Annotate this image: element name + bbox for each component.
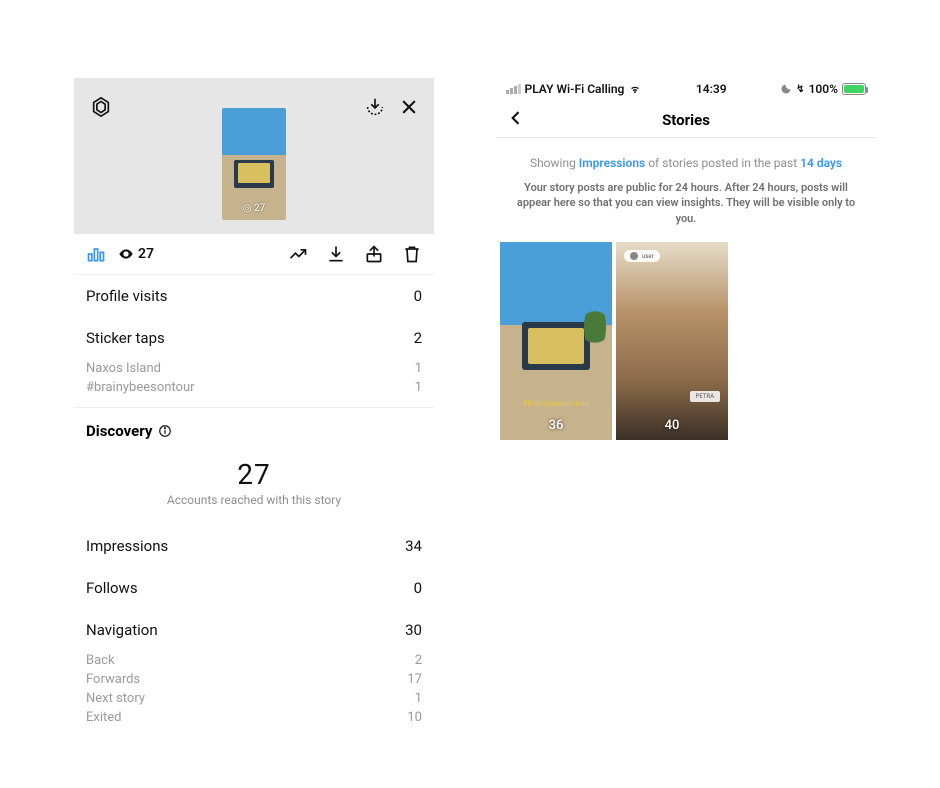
thumb-view-count: ◎ 27: [222, 203, 286, 214]
sub-label: Naxos Island: [86, 361, 161, 376]
trash-icon[interactable]: [402, 244, 422, 264]
sticker-taps-row: Sticker taps 2: [74, 317, 434, 359]
save-story-icon[interactable]: [364, 96, 386, 118]
thumb-impressions: 40: [616, 410, 728, 440]
status-bar: PLAY Wi-Fi Calling 14:39 ↯ 100%: [496, 78, 876, 102]
charging-icon: ↯: [796, 84, 804, 95]
sub-label: Back: [86, 653, 115, 668]
metric-label: Impressions: [86, 537, 168, 555]
wifi-icon: [628, 83, 642, 95]
metric-label: Follows: [86, 579, 138, 597]
nav-title: Stories: [662, 111, 710, 129]
metric-value: 34: [405, 537, 422, 555]
metric-value: 30: [405, 621, 422, 639]
insights-toolbar: 27: [74, 234, 434, 275]
sub-value: 1: [415, 361, 422, 376]
accounts-reached-count: 27: [74, 458, 434, 491]
signal-icon: [506, 84, 521, 94]
sticker-sub-row: Naxos Island 1: [74, 359, 434, 378]
share-icon[interactable]: [364, 244, 384, 264]
thumb-impressions: 36: [500, 410, 612, 440]
metric-label: Sticker taps: [86, 329, 165, 347]
nav-sub-row: Next story 1: [74, 689, 434, 708]
accounts-reached-label: Accounts reached with this story: [74, 493, 434, 507]
promote-arrow-icon[interactable]: [288, 244, 308, 264]
sub-label: #brainybeesontour: [86, 380, 195, 395]
story-archive-thumb[interactable]: user PETRA 40: [616, 242, 728, 440]
views-eye-count[interactable]: 27: [118, 246, 154, 262]
nav-bar: Stories: [496, 102, 876, 138]
nav-sub-row: Forwards 17: [74, 670, 434, 689]
navigation-row: Navigation 30: [74, 609, 434, 651]
carrier-label: PLAY Wi-Fi Calling: [525, 82, 625, 96]
section-title: Discovery: [86, 422, 152, 440]
sub-value: 2: [415, 653, 422, 668]
story-thumbs-row: #brainybeesontour 36 user PETRA 40: [496, 242, 876, 440]
story-thumbnail[interactable]: ◎ 27: [222, 108, 286, 220]
nav-sub-row: Exited 10: [74, 708, 434, 727]
story-insights-panel: ◎ 27 27 Pro: [74, 78, 434, 727]
dnd-moon-icon: [780, 83, 792, 95]
sub-value: 10: [407, 710, 422, 725]
sub-label: Exited: [86, 710, 121, 725]
battery-icon: [842, 83, 866, 95]
info-icon[interactable]: [158, 424, 172, 438]
metric-value: 0: [414, 579, 422, 597]
filter-range: 14 days: [800, 156, 842, 170]
profile-visits-row: Profile visits 0: [74, 275, 434, 317]
metric-label: Profile visits: [86, 287, 168, 305]
sub-value: 1: [415, 380, 422, 395]
sub-label: Forwards: [86, 672, 140, 687]
impressions-row: Impressions 34: [74, 525, 434, 567]
sub-value: 17: [407, 672, 422, 687]
story-archive-thumb[interactable]: #brainybeesontour 36: [500, 242, 612, 440]
back-icon[interactable]: [506, 108, 530, 132]
battery-pct: 100%: [809, 82, 838, 96]
filter-row[interactable]: Showing Impressions of stories posted in…: [496, 138, 876, 180]
sub-label: Next story: [86, 691, 145, 706]
close-icon[interactable]: [398, 96, 420, 118]
metric-value: 2: [414, 329, 422, 347]
views-count-text: 27: [138, 246, 154, 262]
metric-value: 0: [414, 287, 422, 305]
bar-chart-icon[interactable]: [86, 244, 106, 264]
sticker-sub-row: #brainybeesontour 1: [74, 378, 434, 397]
filter-text-2: of stories posted in the past: [645, 156, 800, 170]
policy-text: Your story posts are public for 24 hours…: [496, 180, 876, 242]
sub-value: 1: [415, 691, 422, 706]
status-time: 14:39: [696, 82, 727, 96]
promote-icon[interactable]: [90, 96, 112, 118]
download-icon[interactable]: [326, 244, 346, 264]
metric-label: Navigation: [86, 621, 158, 639]
story-header: ◎ 27: [74, 78, 434, 234]
stories-archive-screen: PLAY Wi-Fi Calling 14:39 ↯ 100% Stories …: [496, 78, 876, 440]
filter-text-1: Showing: [530, 156, 579, 170]
follows-row: Follows 0: [74, 567, 434, 609]
discovery-section: Discovery: [74, 408, 434, 448]
accounts-reached-block: 27 Accounts reached with this story: [74, 448, 434, 525]
nav-sub-row: Back 2: [74, 651, 434, 670]
filter-metric: Impressions: [579, 156, 645, 170]
